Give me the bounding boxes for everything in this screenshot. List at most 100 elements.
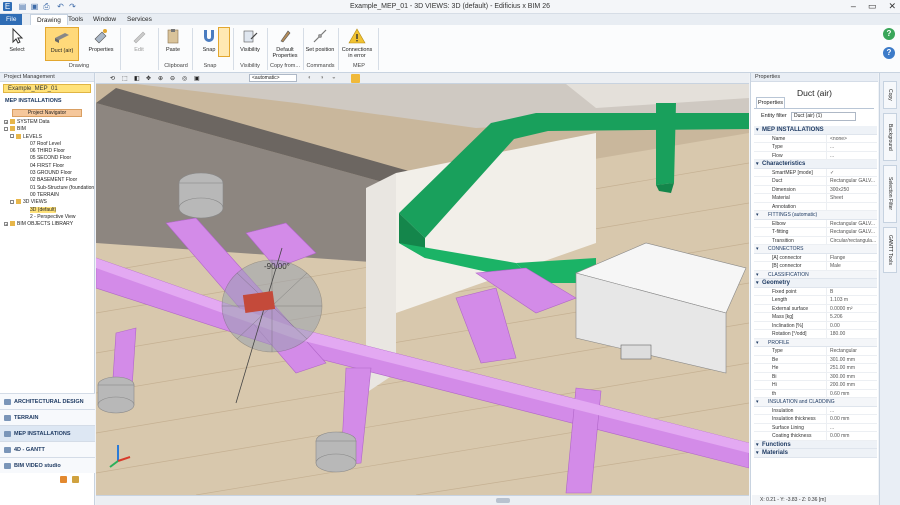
property-row[interactable]: He 251.00 mm <box>754 364 877 373</box>
scrollbar-thumb[interactable] <box>496 498 510 503</box>
tab-window[interactable]: Window <box>87 14 122 25</box>
tree-item[interactable]: 00 TERRAIN <box>0 192 94 199</box>
tree-item[interactable]: 06 THIRD Floor <box>0 148 94 155</box>
view-tool-icon[interactable]: ✥ <box>146 75 151 82</box>
section-geometry[interactable]: Geometry <box>754 279 877 288</box>
side-tab-copy[interactable]: Copy <box>883 81 897 109</box>
tree-item[interactable]: + BIM OBJECTS LIBRARY <box>0 221 94 228</box>
property-row[interactable]: Flow... <box>754 151 877 160</box>
set-position-button[interactable]: Set position <box>303 27 337 53</box>
tree-item[interactable]: + SYSTEM Data <box>0 119 94 126</box>
property-row[interactable]: Rotation [°/odd] 180.00 <box>754 330 877 339</box>
visibility-button[interactable]: Visibility <box>233 27 267 53</box>
tree-item[interactable]: 07 Roof Level <box>0 141 94 148</box>
section-profile[interactable]: PROFILE <box>754 338 877 347</box>
property-row[interactable]: th 0.60 mm <box>754 389 877 398</box>
paste-button[interactable]: Paste <box>156 27 190 53</box>
side-tab-background[interactable]: Background <box>883 113 897 161</box>
property-row[interactable]: Bi 300.00 mm <box>754 372 877 381</box>
property-row[interactable]: Be 301.00 mm <box>754 355 877 364</box>
info-icon[interactable]: ? <box>883 47 895 59</box>
tree-item-selected[interactable]: 3D (default) <box>0 206 94 214</box>
module-icon[interactable] <box>60 476 67 483</box>
render-icon[interactable] <box>351 74 360 83</box>
project-navigator-button[interactable]: Project Navigator <box>12 109 82 117</box>
property-row[interactable]: Material Sheet <box>754 194 877 203</box>
property-row[interactable]: Coating thickness 0.00 mm <box>754 432 877 441</box>
tab-tools[interactable]: Tools <box>62 14 89 25</box>
tree-item[interactable]: 01 Sub-Structure (foundations) <box>0 185 94 192</box>
property-row[interactable]: [B] connector Male <box>754 262 877 271</box>
expand-icon[interactable]: + <box>4 221 8 226</box>
view-tool-icon[interactable]: ⊖ <box>170 75 175 82</box>
close-icon[interactable]: ✕ <box>888 1 896 12</box>
tree-item[interactable]: 02 BASEMENT Floor <box>0 177 94 184</box>
properties-button[interactable]: Properties <box>84 27 118 53</box>
tree-item[interactable]: -3D VIEWS <box>0 199 94 206</box>
tree-item[interactable]: 04 FIRST Floor <box>0 163 94 170</box>
side-tab-gantt-tools[interactable]: GANTT Tools <box>883 227 897 273</box>
view-tool-icon[interactable]: ⬚ <box>122 75 128 82</box>
collapse-icon[interactable]: - <box>10 199 14 204</box>
nav-terrain[interactable]: TERRAIN <box>0 409 95 425</box>
nav-mep-installations[interactable]: MEP INSTALLATIONS <box>0 425 95 441</box>
maximize-icon[interactable]: ▭ <box>868 1 877 12</box>
tree-item[interactable]: - LEVELS <box>0 134 94 141</box>
minimize-icon[interactable]: – <box>851 1 856 12</box>
property-row[interactable]: External surface 0.0000 m² <box>754 304 877 313</box>
tab-file[interactable]: File <box>0 14 23 25</box>
default-properties-button[interactable]: Default Properties <box>268 27 302 59</box>
property-row[interactable]: Insulation... <box>754 406 877 415</box>
tab-properties[interactable]: Properties <box>756 97 785 108</box>
module-icon[interactable] <box>72 476 79 483</box>
property-row[interactable]: Annotation <box>754 202 877 211</box>
expand-icon[interactable]: + <box>4 119 8 124</box>
snap-options-button[interactable] <box>218 27 230 57</box>
3d-scene[interactable]: -90.00° <box>96 73 749 495</box>
connections-in-error-button[interactable]: Connections in error <box>340 27 374 59</box>
property-row[interactable]: Elbow Rectangular GALV... <box>754 219 877 228</box>
select-button[interactable]: Select <box>0 27 34 53</box>
property-row[interactable]: [A] connector Flange <box>754 253 877 262</box>
property-row[interactable]: Mass [kg] 5.206 <box>754 313 877 322</box>
property-row[interactable]: Type... <box>754 143 877 152</box>
property-row[interactable]: T-fitting Rectangular GALV... <box>754 228 877 237</box>
collapse-icon[interactable]: - <box>4 126 8 131</box>
project-selector[interactable]: Example_MEP_01 <box>3 84 91 93</box>
view-tool-icon[interactable]: ▣ <box>194 75 200 82</box>
section-classification[interactable]: CLASSIFICATION <box>754 270 877 279</box>
view-tool-icon[interactable]: ◐ <box>308 75 312 81</box>
tree-item[interactable]: 03 GROUND Floor <box>0 170 94 177</box>
section-connectors[interactable]: CONNECTORS <box>754 245 877 254</box>
entity-filter-select[interactable]: Duct (air) (1) <box>791 112 856 121</box>
property-row[interactable]: Insulation thickness 0.00 mm <box>754 415 877 424</box>
view-tool-icon[interactable]: ◒ <box>332 75 336 81</box>
section-mep[interactable]: MEP INSTALLATIONS <box>754 126 877 135</box>
nav-bim-video-studio[interactable]: BIM VIDEO studio <box>0 457 95 473</box>
view-tool-icon[interactable]: ⊕ <box>158 75 163 82</box>
tree-item[interactable]: 2 - Perspective View <box>0 214 94 221</box>
property-row[interactable]: Transition Circular/rectangula... <box>754 236 877 245</box>
tree-item[interactable]: - BIM <box>0 126 94 133</box>
view-tool-icon[interactable]: ◑ <box>320 75 324 81</box>
property-row[interactable]: Dimension 300x250 <box>754 185 877 194</box>
property-row[interactable]: Duct Rectangular GALV... <box>754 177 877 186</box>
tab-services[interactable]: Services <box>121 14 158 25</box>
view-tool-icon[interactable]: ◎ <box>182 75 187 82</box>
property-row[interactable]: Name <none> <box>754 134 877 143</box>
section-characteristics[interactable]: Characteristics <box>754 160 877 169</box>
duct-air-button[interactable]: Duct (air) <box>45 27 79 61</box>
property-row[interactable]: Type Rectangular <box>754 347 877 356</box>
property-row[interactable]: Length 1.103 m <box>754 296 877 305</box>
collapse-icon[interactable]: - <box>10 134 14 139</box>
section-fittings[interactable]: FITTINGS (automatic) <box>754 211 877 220</box>
edit-button[interactable]: Edit <box>122 27 156 53</box>
section-materials[interactable]: Materials <box>754 449 877 458</box>
help-icon[interactable]: ? <box>883 28 895 40</box>
tree-item[interactable]: 05 SECOND Floor <box>0 155 94 162</box>
viewport-scrollbar[interactable] <box>96 495 749 505</box>
section-insulation[interactable]: INSULATION and CLADDING <box>754 398 877 407</box>
property-row[interactable]: Surface Lining... <box>754 423 877 432</box>
view-mode-select[interactable]: <automatic> <box>249 74 297 82</box>
nav-4d-gantt[interactable]: 4D - GANTT <box>0 441 95 457</box>
